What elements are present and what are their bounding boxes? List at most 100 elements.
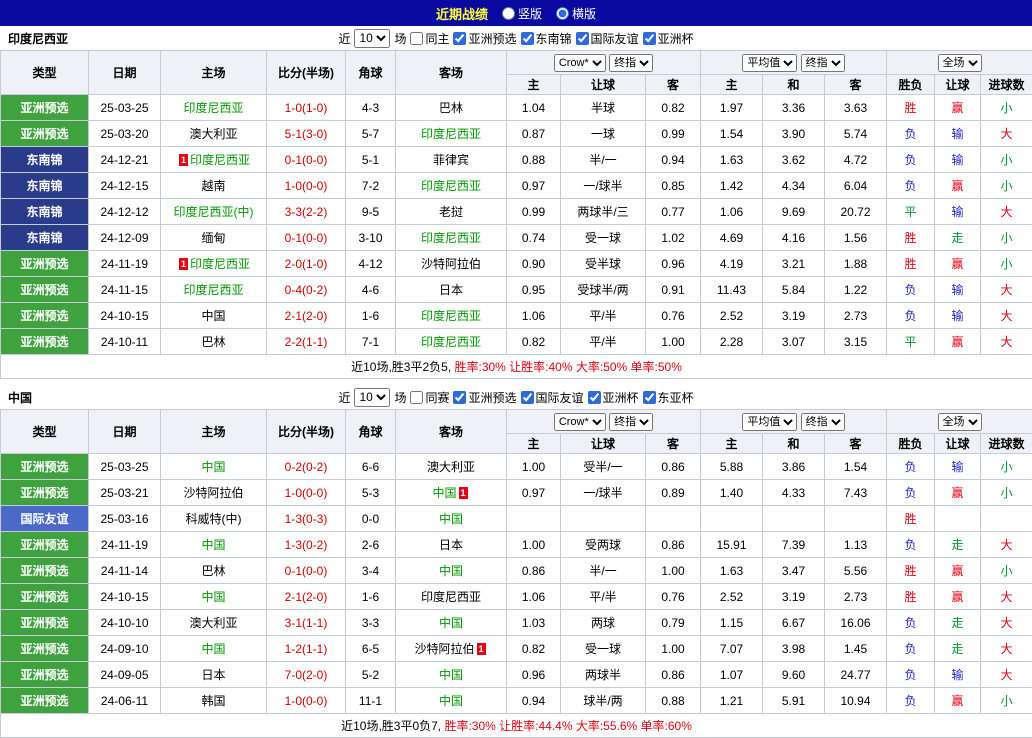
horizontal-layout-radio[interactable]	[556, 7, 569, 20]
score-cell[interactable]: 0-1(0-0)	[267, 225, 346, 251]
away-team-cell[interactable]: 菲律宾	[396, 147, 507, 173]
score-cell[interactable]: 2-1(2-0)	[267, 303, 346, 329]
home-team-cell[interactable]: 中国	[161, 532, 267, 558]
score-cell[interactable]: 5-1(3-0)	[267, 121, 346, 147]
away-team-cell[interactable]: 沙特阿拉伯1	[396, 636, 507, 662]
away-team-cell[interactable]: 中国	[396, 662, 507, 688]
competition-filter[interactable]: 东亚杯	[643, 389, 694, 406]
away-team-cell[interactable]: 中国	[396, 610, 507, 636]
home-team-cell[interactable]: 巴林	[161, 329, 267, 355]
same-competition-filter[interactable]: 同赛	[410, 389, 449, 406]
recent-count-select[interactable]: 10	[354, 388, 390, 407]
home-team-cell[interactable]: 澳大利亚	[161, 610, 267, 636]
view-option-horizontal[interactable]: 横版	[556, 5, 596, 22]
home-team-cell[interactable]: 印度尼西亚	[161, 277, 267, 303]
score-cell[interactable]: 1-0(0-0)	[267, 173, 346, 199]
same-home-checkbox[interactable]	[410, 32, 423, 45]
score-cell[interactable]: 3-1(1-1)	[267, 610, 346, 636]
away-team-cell[interactable]: 澳大利亚	[396, 454, 507, 480]
home-team-cell[interactable]: 韩国	[161, 688, 267, 714]
score-cell[interactable]: 1-3(0-2)	[267, 532, 346, 558]
competition-checkbox[interactable]	[453, 32, 466, 45]
fullmatch-select[interactable]: 全场	[938, 413, 982, 431]
score-cell[interactable]: 2-2(1-1)	[267, 329, 346, 355]
away-team-cell[interactable]: 沙特阿拉伯	[396, 251, 507, 277]
away-team-cell[interactable]: 印度尼西亚	[396, 329, 507, 355]
home-team-cell[interactable]: 沙特阿拉伯	[161, 480, 267, 506]
competition-checkbox[interactable]	[521, 391, 534, 404]
score-cell[interactable]: 1-2(1-1)	[267, 636, 346, 662]
away-team-cell[interactable]: 印度尼西亚	[396, 173, 507, 199]
competition-filter[interactable]: 亚洲预选	[453, 389, 516, 406]
away-team-cell[interactable]: 印度尼西亚	[396, 225, 507, 251]
competition-filter[interactable]: 东南锦	[521, 30, 572, 47]
final-odds-select[interactable]: 终指	[609, 54, 653, 72]
score-cell[interactable]: 2-1(2-0)	[267, 584, 346, 610]
score-cell[interactable]: 0-1(0-0)	[267, 558, 346, 584]
home-team-cell[interactable]: 越南	[161, 173, 267, 199]
score-cell[interactable]: 2-0(1-0)	[267, 251, 346, 277]
competition-type-cell: 亚洲预选	[1, 688, 89, 714]
same-home-filter[interactable]: 同主	[410, 30, 449, 47]
competition-filter[interactable]: 亚洲杯	[643, 30, 694, 47]
score-cell[interactable]: 1-3(0-3)	[267, 506, 346, 532]
home-team-cell[interactable]: 1印度尼西亚	[161, 147, 267, 173]
home-team-cell[interactable]: 印度尼西亚	[161, 95, 267, 121]
final-odds-select[interactable]: 终指	[801, 413, 845, 431]
home-team-cell[interactable]: 科威特(中)	[161, 506, 267, 532]
bookmaker-select[interactable]: Crow*	[554, 54, 606, 72]
away-team-cell[interactable]: 中国1	[396, 480, 507, 506]
score-cell[interactable]: 3-3(2-2)	[267, 199, 346, 225]
away-team-cell[interactable]: 中国	[396, 688, 507, 714]
competition-checkbox[interactable]	[588, 391, 601, 404]
home-team-cell[interactable]: 日本	[161, 662, 267, 688]
bookmaker-select[interactable]: Crow*	[554, 413, 606, 431]
home-team-cell[interactable]: 1印度尼西亚	[161, 251, 267, 277]
competition-checkbox[interactable]	[453, 391, 466, 404]
competition-checkbox[interactable]	[643, 32, 656, 45]
away-team-cell[interactable]: 日本	[396, 532, 507, 558]
home-team-cell[interactable]: 缅甸	[161, 225, 267, 251]
away-team-cell[interactable]: 印度尼西亚	[396, 303, 507, 329]
average-odds-select[interactable]: 平均值	[742, 413, 797, 431]
view-option-vertical[interactable]: 竖版	[502, 5, 542, 22]
home-team-cell[interactable]: 中国	[161, 584, 267, 610]
home-team-cell[interactable]: 中国	[161, 636, 267, 662]
competition-checkbox[interactable]	[643, 391, 656, 404]
same-competition-checkbox[interactable]	[410, 391, 423, 404]
home-team-cell[interactable]: 中国	[161, 303, 267, 329]
score-cell[interactable]: 1-0(1-0)	[267, 95, 346, 121]
score-cell[interactable]: 7-0(2-0)	[267, 662, 346, 688]
competition-filter[interactable]: 亚洲预选	[453, 30, 516, 47]
home-team-cell[interactable]: 印度尼西亚(中)	[161, 199, 267, 225]
competition-filter[interactable]: 亚洲杯	[588, 389, 639, 406]
eu-draw-odds-cell: 3.07	[763, 329, 825, 355]
competition-filter[interactable]: 国际友谊	[521, 389, 584, 406]
score-cell[interactable]: 0-4(0-2)	[267, 277, 346, 303]
score-cell[interactable]: 0-1(0-0)	[267, 147, 346, 173]
away-team-cell[interactable]: 印度尼西亚	[396, 121, 507, 147]
score-cell[interactable]: 0-2(0-2)	[267, 454, 346, 480]
average-odds-select[interactable]: 平均值	[742, 54, 797, 72]
competition-filter[interactable]: 国际友谊	[576, 30, 639, 47]
competition-checkbox[interactable]	[521, 32, 534, 45]
away-team-cell[interactable]: 老挝	[396, 199, 507, 225]
away-team-cell[interactable]: 印度尼西亚	[396, 584, 507, 610]
final-odds-select[interactable]: 终指	[609, 413, 653, 431]
away-team-cell[interactable]: 中国	[396, 558, 507, 584]
eu-away-odds-cell: 1.56	[825, 225, 887, 251]
home-team-cell[interactable]: 澳大利亚	[161, 121, 267, 147]
home-team-cell[interactable]: 中国	[161, 454, 267, 480]
score-cell[interactable]: 1-0(0-0)	[267, 480, 346, 506]
vertical-layout-radio[interactable]	[502, 7, 515, 20]
away-team-cell[interactable]: 巴林	[396, 95, 507, 121]
recent-count-select[interactable]: 10	[354, 29, 390, 48]
fullmatch-select[interactable]: 全场	[938, 54, 982, 72]
away-team-cell[interactable]: 日本	[396, 277, 507, 303]
competition-checkbox[interactable]	[576, 32, 589, 45]
score-cell[interactable]: 1-0(0-0)	[267, 688, 346, 714]
away-team-cell[interactable]: 中国	[396, 506, 507, 532]
final-odds-select[interactable]: 终指	[801, 54, 845, 72]
team-name: 印度尼西亚	[190, 257, 250, 271]
home-team-cell[interactable]: 巴林	[161, 558, 267, 584]
